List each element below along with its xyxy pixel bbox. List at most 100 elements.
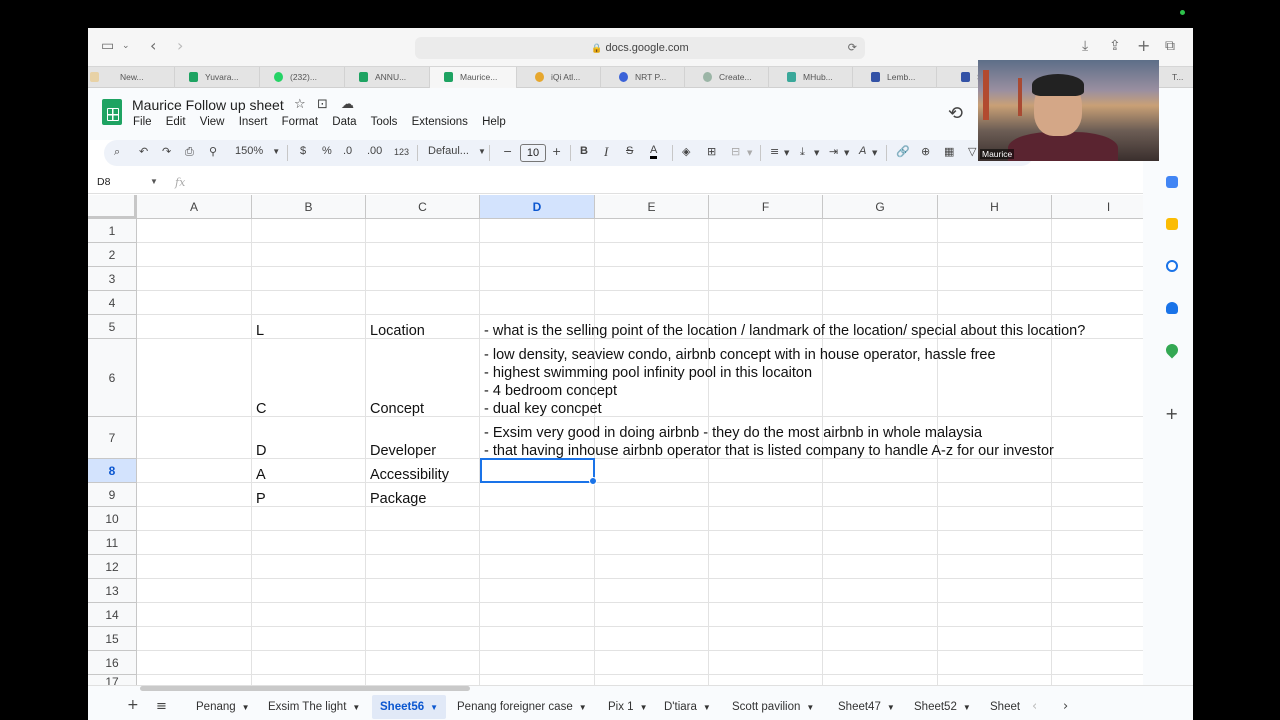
cell-d6-line[interactable]: - highest swimming pool infinity pool in… [484,364,812,382]
cell-d6-line[interactable]: - 4 bedroom concept [484,382,617,400]
scroll-tabs-right-icon[interactable]: › [1063,699,1068,714]
column-header-h[interactable]: H [938,195,1052,219]
number-format-button[interactable]: 123 [394,147,409,157]
document-title[interactable]: Maurice Follow up sheet [132,97,284,113]
cloud-status-icon[interactable]: ☁ [341,97,354,112]
browser-tab[interactable]: ANNU... [345,67,430,88]
add-addon-icon[interactable]: + [1165,404,1178,423]
cell-c8[interactable]: Accessibility [370,466,449,484]
text-color-button[interactable]: A [650,145,658,159]
browser-tab[interactable]: Lemb... [853,67,937,88]
column-header-d[interactable]: D [480,195,595,219]
menu-view[interactable]: View [200,116,225,128]
browser-tab[interactable]: iQi Atl... [517,67,601,88]
cell-b5[interactable]: L [256,322,264,340]
fill-color-icon[interactable]: ◈ [682,145,690,158]
cell-c7[interactable]: Developer [370,442,436,460]
cell-d6-line[interactable]: - dual key concpet [484,400,602,418]
increase-font-size-button[interactable]: + [552,145,561,158]
row-header-1[interactable]: 1 [88,219,137,243]
menu-file[interactable]: File [133,116,152,128]
tab-overview-icon[interactable]: ⧉ [1165,38,1175,54]
add-sheet-icon[interactable]: + [127,697,139,713]
cell-b9[interactable]: P [256,490,266,508]
column-header-e[interactable]: E [595,195,709,219]
font-family-select[interactable]: Defaul... ▼ [428,145,486,157]
browser-tab[interactable]: New... [88,67,175,88]
format-currency-button[interactable]: $ [300,145,306,157]
sheet-tab-dtiara[interactable]: D'tiara ▼ [664,695,711,719]
row-header-4[interactable]: 4 [88,291,137,315]
text-rotation-button[interactable]: A [859,145,866,157]
selected-cell-d8[interactable] [480,458,597,485]
bold-button[interactable]: B [580,145,588,157]
text-wrapping-icon[interactable]: ⇥ [829,145,838,158]
row-header-5[interactable]: 5 [88,315,137,339]
italic-button[interactable]: I [604,144,608,160]
select-all-corner[interactable] [88,195,137,219]
calendar-icon[interactable] [1166,176,1178,188]
contacts-icon[interactable] [1166,302,1178,314]
strikethrough-button[interactable]: S [626,145,633,157]
column-header-g[interactable]: G [823,195,938,219]
decrease-font-size-button[interactable]: − [503,145,512,158]
forward-icon[interactable]: › [177,36,183,55]
row-header-12[interactable]: 12 [88,555,137,579]
browser-tab-active[interactable]: Maurice... [430,67,517,88]
print-icon[interactable]: ⎙ [185,145,194,159]
move-folder-icon[interactable]: ⊡ [317,97,328,112]
sheet-tab-sheet52[interactable]: Sheet52 ▼ [914,695,971,719]
row-header-6[interactable]: 6 [88,339,137,417]
column-header-b[interactable]: B [252,195,366,219]
cell-d7-line[interactable]: - Exsim very good in doing airbnb - they… [484,424,982,442]
browser-tab[interactable]: T... [1158,67,1193,88]
column-header-f[interactable]: F [709,195,823,219]
sheet-tab-penang[interactable]: Penang ▼ [196,695,250,719]
browser-tab[interactable]: Yuvara... [175,67,260,88]
zoom-select[interactable]: 150% ▼ [235,145,280,157]
back-icon[interactable]: ‹ [150,36,156,55]
sheet-tab-exsim[interactable]: Exsim The light ▼ [268,695,360,719]
chevron-down-icon[interactable]: ⌄ [122,41,130,51]
row-header-8[interactable]: 8 [88,459,137,483]
sheets-logo-icon[interactable] [102,99,122,125]
reload-icon[interactable]: ⟳ [848,37,857,59]
all-sheets-icon[interactable]: ≡ [156,699,167,714]
row-header-17[interactable]: 17 [88,675,137,685]
row-header-11[interactable]: 11 [88,531,137,555]
menu-help[interactable]: Help [482,116,506,128]
browser-tab[interactable]: NRT P... [601,67,685,88]
star-icon[interactable]: ☆ [294,97,306,112]
column-header-i[interactable]: I [1052,195,1143,219]
insert-link-icon[interactable]: 🔗 [896,145,910,158]
row-header-7[interactable]: 7 [88,417,137,459]
horizontal-align-icon[interactable]: ≡ [770,145,779,158]
vertical-align-icon[interactable]: ⤓ [800,145,805,159]
row-header-10[interactable]: 10 [88,507,137,531]
address-bar[interactable]: 🔒 docs.google.com ⟳ [415,37,865,59]
chevron-down-icon[interactable]: ▼ [150,177,158,186]
sheet-tab-scott-pavilion[interactable]: Scott pavilion ▼ [732,695,814,719]
browser-tab[interactable]: (232)... [260,67,345,88]
keep-icon[interactable] [1166,218,1178,230]
cell-c6[interactable]: Concept [370,400,424,418]
name-box[interactable]: D8 [97,176,110,188]
cell-b7[interactable]: D [256,442,266,460]
cell-d5[interactable]: - what is the selling point of the locat… [484,322,1085,340]
maps-icon[interactable] [1163,341,1181,359]
search-menus-icon[interactable]: ⌕ [114,145,120,159]
sidebar-icon[interactable]: ▭ [101,38,114,54]
download-icon[interactable]: ⤓ [1082,38,1088,54]
cell-c9[interactable]: Package [370,490,426,508]
menu-data[interactable]: Data [332,116,356,128]
horizontal-scrollbar[interactable] [140,686,470,691]
increase-decimal-button[interactable]: .00 [367,145,382,157]
tasks-icon[interactable] [1166,260,1178,272]
column-header-c[interactable]: C [366,195,480,219]
merge-cells-icon[interactable]: ⊟ [731,145,740,158]
borders-icon[interactable]: ⊞ [707,145,716,158]
row-header-3[interactable]: 3 [88,267,137,291]
decrease-decimal-button[interactable]: .0 [343,145,352,157]
cell-b8[interactable]: A [256,466,266,484]
menu-insert[interactable]: Insert [239,116,268,128]
